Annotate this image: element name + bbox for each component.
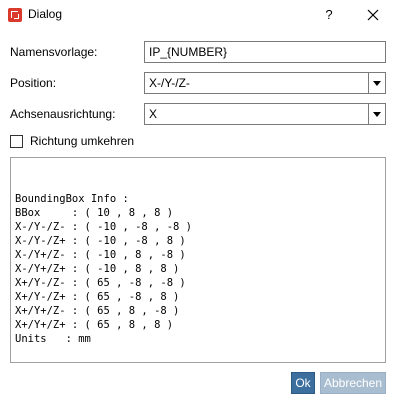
info-line: X+/Y+/Z- : ( 65 , 8 , -8 ): [15, 305, 180, 317]
axis-select-value: X: [149, 107, 158, 121]
name-template-label: Namensvorlage:: [10, 45, 98, 59]
dialog-window: Dialog ? Namensvorlage: Position: X-/Y-/…: [0, 0, 396, 404]
info-line: X+/Y+/Z+ : ( 65 , 8 , 8 ): [15, 319, 174, 331]
close-button[interactable]: [360, 2, 386, 28]
close-icon: [367, 9, 379, 21]
info-line: BBox : ( 10 , 8 , 8 ): [15, 207, 174, 219]
info-line: X+/Y-/Z- : ( 65 , -8 , -8 ): [15, 277, 186, 289]
window-title: Dialog: [28, 7, 63, 21]
axis-select[interactable]: X: [144, 103, 386, 125]
position-select[interactable]: X-/Y-/Z-: [144, 72, 386, 94]
info-line: X-/Y-/Z- : ( -10 , -8 , -8 ): [15, 221, 193, 233]
title-bar: Dialog ?: [0, 0, 396, 30]
help-button[interactable]: ?: [316, 2, 342, 28]
app-logo-icon: [8, 8, 22, 22]
name-template-input[interactable]: [144, 41, 386, 63]
position-select-value: X-/Y-/Z-: [149, 76, 190, 90]
info-line: X-/Y+/Z- : ( -10 , 8 , -8 ): [15, 249, 186, 261]
cancel-button[interactable]: Abbrechen: [320, 372, 386, 394]
axis-dropdown-button[interactable]: [368, 104, 385, 124]
chevron-down-icon: [373, 81, 381, 86]
info-line: BoundingBox Info :: [15, 193, 129, 205]
position-label: Position:: [10, 76, 57, 90]
chevron-down-icon: [373, 112, 381, 117]
info-line: X-/Y-/Z+ : ( -10 , -8 , 8 ): [15, 235, 186, 247]
axis-label: Achsenausrichtung:: [10, 107, 116, 121]
bounding-box-info-text[interactable]: BoundingBox Info : BBox : ( 10 , 8 , 8 ) X…: [10, 157, 386, 363]
ok-button[interactable]: Ok: [291, 372, 315, 394]
info-line: X+/Y-/Z+ : ( 65 , -8 , 8 ): [15, 291, 180, 303]
position-dropdown-button[interactable]: [368, 73, 385, 93]
info-line: Units : mm: [15, 333, 91, 345]
reverse-direction-label[interactable]: Richtung umkehren: [30, 134, 134, 148]
reverse-direction-checkbox[interactable]: [10, 135, 23, 148]
info-line: X-/Y+/Z+ : ( -10 , 8 , 8 ): [15, 263, 180, 275]
